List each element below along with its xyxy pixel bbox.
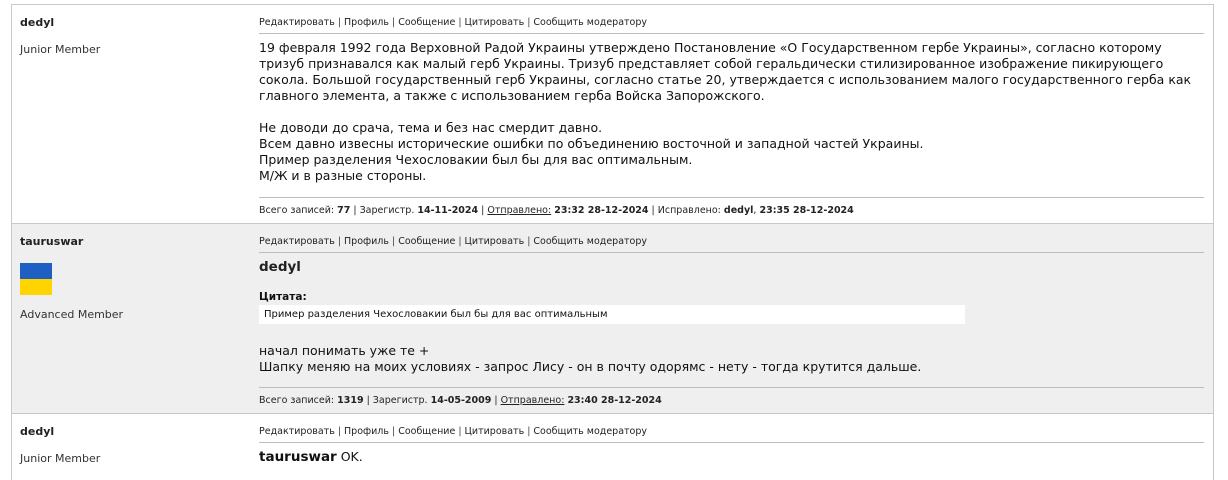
post-paragraph: М/Ж и в разные стороны.	[259, 168, 427, 183]
separator: |	[391, 426, 396, 437]
separator: |	[391, 17, 396, 28]
quote-author: dedyl	[259, 259, 301, 275]
author-name[interactable]: tauruswar	[20, 235, 240, 249]
post-actions: Редактировать | Профиль | Сообщение | Цитирова…	[259, 426, 647, 437]
flag-yellow-stripe	[20, 279, 52, 295]
author-rank: Junior Member	[20, 43, 101, 56]
separator: |	[458, 17, 462, 28]
registered-value: 14-11-2024	[417, 205, 479, 216]
total-posts-value: 77	[337, 205, 351, 216]
separator: |	[366, 395, 370, 406]
author-name[interactable]: dedyl	[20, 425, 240, 439]
separator: |	[494, 395, 498, 406]
quote-label: Цитата:	[259, 291, 307, 303]
separator: |	[391, 236, 396, 247]
registered-label: Зарегистр.	[372, 395, 428, 406]
post-body: начал понимать уже те + Шапку меняю на м…	[259, 343, 1199, 375]
post-paragraph: Всем давно извесны исторические ошибки п…	[259, 136, 924, 151]
separator: |	[481, 205, 485, 216]
sent-value: 23:32 28-12-2024	[554, 205, 649, 216]
divider	[259, 197, 1204, 198]
post-footer: Всего записей: 77 | Зарегистр. 14-11-2024 |…	[259, 205, 854, 216]
divider	[259, 442, 1204, 443]
post-paragraph: Не доводи до срача, тема и без нас смерд…	[259, 120, 603, 135]
post-paragraph: tauruswar OK.	[259, 449, 1199, 465]
message-link[interactable]: Сообщение	[398, 236, 455, 247]
post-body: tauruswar OK.	[259, 449, 1199, 465]
post-footer: Всего записей: 1319 | Зарегистр. 14-05-200…	[259, 395, 662, 406]
separator: |	[458, 236, 462, 247]
message-link[interactable]: Сообщение	[398, 426, 455, 437]
post-paragraph: Пример разделения Чехословакии был бы дл…	[259, 152, 693, 167]
report-link[interactable]: Сообщить модератору	[533, 426, 647, 437]
separator: |	[458, 426, 462, 437]
post-actions: Редактировать | Профиль | Сообщение | Цитирова…	[259, 17, 647, 28]
report-link[interactable]: Сообщить модератору	[533, 17, 647, 28]
separator: |	[527, 17, 531, 28]
ukraine-flag-icon	[20, 263, 52, 295]
report-link[interactable]: Сообщить модератору	[533, 236, 647, 247]
forum-post: tauruswar Advanced Member Редактировать |…	[12, 224, 1213, 414]
profile-link[interactable]: Профиль	[344, 426, 389, 437]
reply-text: OK.	[336, 449, 363, 464]
quote-link[interactable]: Цитировать	[465, 426, 525, 437]
sent-link[interactable]: Отправлено:	[487, 205, 551, 216]
edited-at: 23:35 28-12-2024	[759, 205, 854, 216]
separator: |	[527, 236, 531, 247]
post-paragraph: начал понимать уже те +	[259, 343, 430, 358]
sent-link[interactable]: Отправлено:	[501, 395, 565, 406]
sent-value: 23:40 28-12-2024	[567, 395, 662, 406]
separator: |	[651, 205, 655, 216]
separator: |	[527, 426, 531, 437]
author-rank: Junior Member	[20, 452, 101, 465]
separator: |	[337, 236, 342, 247]
edited-by: dedyl	[723, 205, 754, 216]
edit-link[interactable]: Редактировать	[259, 236, 335, 247]
reply-to-user: tauruswar	[259, 449, 337, 465]
registered-label: Зарегистр.	[359, 205, 415, 216]
post-author-panel: dedyl Junior Member	[20, 425, 240, 465]
total-posts-value: 1319	[337, 395, 364, 406]
forum-post: dedyl Junior Member Редактировать | Профил…	[12, 414, 1213, 480]
post-author-panel: tauruswar Advanced Member	[20, 235, 240, 321]
post-author-panel: dedyl Junior Member	[20, 16, 240, 56]
quote-link[interactable]: Цитировать	[465, 236, 525, 247]
forum-post: dedyl Junior Member Редактировать | Профил…	[12, 5, 1213, 224]
total-posts-label: Всего записей:	[259, 395, 335, 406]
post-paragraph: Шапку меняю на моих условиях - запрос Ли…	[259, 359, 922, 374]
post-body: 19 февраля 1992 года Верховной Радой Укр…	[259, 40, 1199, 184]
post-actions: Редактировать | Профиль | Сообщение | Цитирова…	[259, 236, 647, 247]
edit-link[interactable]: Редактировать	[259, 17, 335, 28]
separator: |	[337, 426, 342, 437]
quote-link[interactable]: Цитировать	[465, 17, 525, 28]
total-posts-label: Всего записей:	[259, 205, 335, 216]
flag-blue-stripe	[20, 263, 52, 279]
edit-link[interactable]: Редактировать	[259, 426, 335, 437]
author-name[interactable]: dedyl	[20, 16, 240, 30]
registered-value: 14-05-2009	[430, 395, 492, 406]
profile-link[interactable]: Профиль	[344, 17, 389, 28]
author-rank: Advanced Member	[20, 308, 124, 321]
profile-link[interactable]: Профиль	[344, 236, 389, 247]
divider	[259, 252, 1204, 253]
divider	[259, 33, 1204, 34]
post-paragraph: 19 февраля 1992 года Верховной Радой Укр…	[259, 40, 1192, 103]
quote-box: Пример разделения Чехословакии был бы дл…	[259, 305, 965, 324]
divider	[259, 387, 1204, 388]
separator: |	[353, 205, 357, 216]
edited-label: Исправлено:	[657, 205, 721, 216]
message-link[interactable]: Сообщение	[398, 17, 455, 28]
separator: |	[337, 17, 342, 28]
